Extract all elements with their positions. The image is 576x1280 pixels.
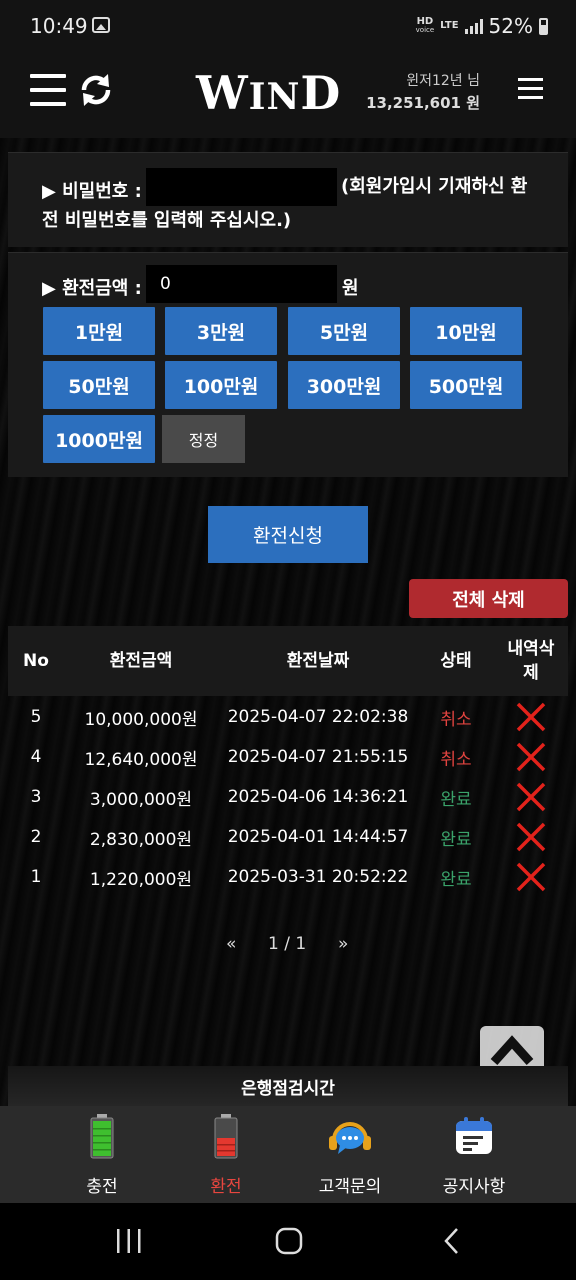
delete-row-icon[interactable] [515, 741, 547, 773]
gallery-icon [92, 17, 110, 33]
battery-icon [539, 17, 548, 35]
bottom-navigation: 충전 환전 고객문의 공지사항 [0, 1106, 576, 1203]
cell-date: 2025-04-07 22:02:38 [227, 707, 409, 727]
cell-amount: 2,830,000원 [89, 829, 193, 850]
user-balance: 13,251,601 원 [366, 94, 480, 112]
headset-chat-icon [329, 1122, 371, 1154]
password-note-line2: 전 비밀번호를 입력해 주십시오.) [42, 210, 292, 231]
cell-status: 완료 [440, 829, 472, 850]
cell-status: 취소 [440, 749, 472, 770]
cell-status: 취소 [440, 709, 472, 730]
amount-button-10m[interactable]: 1000만원 [43, 415, 155, 463]
cell-amount: 12,640,000원 [84, 749, 198, 770]
app-header: WIND 윈저12년 님 13,251,601 원 [0, 46, 576, 138]
col-status: 상태 [440, 651, 472, 671]
cell-date: 2025-04-01 14:44:57 [227, 827, 409, 847]
cell-no: 1 [30, 867, 42, 887]
system-navigation-bar [0, 1203, 576, 1280]
amount-button-5m[interactable]: 500만원 [410, 361, 522, 409]
cell-no: 5 [30, 707, 42, 727]
cell-date: 2025-03-31 20:52:22 [227, 867, 409, 887]
nav-notice[interactable]: 공지사항 [402, 1106, 546, 1203]
refresh-icon[interactable] [78, 72, 114, 108]
cell-no: 2 [30, 827, 42, 847]
signal-icon [464, 18, 483, 34]
table-row: 2 2,830,000원 2025-04-01 14:44:57 완료 [8, 817, 568, 857]
cell-status: 완료 [440, 789, 472, 810]
menu-icon[interactable] [518, 78, 543, 100]
amount-panel: ▶ 환전금액 : 원 1만원 3만원 5만원 10만원 50만원 100만원 3… [8, 252, 568, 477]
table-row: 1 1,220,000원 2025-03-31 20:52:22 완료 [8, 857, 568, 897]
next-page-button[interactable]: » [338, 934, 348, 954]
bank-maintenance-title: 은행점검시간 [8, 1066, 568, 1106]
amount-input[interactable] [146, 265, 337, 303]
prev-page-button[interactable]: « [226, 934, 236, 954]
amount-button-500k[interactable]: 50만원 [43, 361, 155, 409]
user-name: 윈저12년 님 [406, 73, 480, 89]
cell-date: 2025-04-07 21:55:15 [227, 747, 409, 767]
current-page: 1 / 1 [268, 934, 307, 954]
battery-percent: 52% [488, 14, 533, 38]
col-no: No [23, 651, 49, 671]
lte-icon: LTE [440, 20, 459, 31]
delete-row-icon[interactable] [515, 701, 547, 733]
status-icons: HD voice LTE 52% [416, 14, 548, 38]
nav-exchange[interactable]: 환전 [154, 1106, 298, 1203]
hd-voice-icon: HD voice [415, 16, 435, 35]
nav-support-label: 고객문의 [318, 1177, 382, 1197]
table-row: 3 3,000,000원 2025-04-06 14:36:21 완료 [8, 777, 568, 817]
nav-charge-label: 충전 [86, 1177, 118, 1197]
delete-row-icon[interactable] [515, 781, 547, 813]
back-icon[interactable] [442, 1227, 460, 1255]
home-icon[interactable] [275, 1227, 303, 1255]
nav-notice-label: 공지사항 [442, 1177, 506, 1197]
cell-date: 2025-04-06 14:36:21 [227, 787, 409, 807]
amount-button-10k[interactable]: 1만원 [43, 307, 155, 355]
password-input[interactable] [146, 168, 337, 206]
amount-button-3m[interactable]: 300만원 [288, 361, 400, 409]
wind-logo[interactable]: WIND [196, 66, 341, 120]
reset-button[interactable]: 정정 [162, 415, 245, 463]
status-time: 10:49 [30, 14, 88, 38]
cell-no: 3 [30, 787, 42, 807]
amount-button-100k[interactable]: 10만원 [410, 307, 522, 355]
table-row: 5 10,000,000원 2025-04-07 22:02:38 취소 [8, 697, 568, 737]
nav-charge[interactable]: 충전 [30, 1106, 174, 1203]
delete-row-icon[interactable] [515, 821, 547, 853]
delete-all-button[interactable]: 전체 삭제 [409, 579, 568, 618]
notice-calendar-icon [456, 1117, 492, 1154]
amount-button-1m[interactable]: 100만원 [165, 361, 277, 409]
amount-button-50k[interactable]: 5만원 [288, 307, 400, 355]
table-row: 4 12,640,000원 2025-04-07 21:55:15 취소 [8, 737, 568, 777]
cell-status: 완료 [440, 869, 472, 890]
cell-amount: 1,220,000원 [89, 869, 193, 890]
cell-amount: 3,000,000원 [89, 789, 193, 810]
password-label: ▶ 비밀번호 : [42, 181, 142, 202]
amount-button-30k[interactable]: 3만원 [165, 307, 277, 355]
cell-amount: 10,000,000원 [84, 709, 198, 730]
cell-no: 4 [30, 747, 42, 767]
status-bar: 10:49 HD voice LTE 52% [0, 0, 576, 46]
password-panel: ▶ 비밀번호 : (회원가입시 기재하신 환 전 비밀번호를 입력해 주십시오.… [8, 152, 568, 247]
chevron-up-icon [490, 1035, 534, 1066]
amount-label: ▶ 환전금액 : [42, 278, 142, 299]
password-note-line1: (회원가입시 기재하신 환 [341, 176, 528, 197]
col-date: 환전날짜 [286, 651, 350, 671]
delete-row-icon[interactable] [515, 861, 547, 893]
history-table-header: No 환전금액 환전날짜 상태 내역삭 제 [8, 626, 568, 696]
recent-apps-icon[interactable] [116, 1229, 142, 1253]
nav-support[interactable]: 고객문의 [278, 1106, 422, 1203]
submit-exchange-button[interactable]: 환전신청 [208, 506, 368, 563]
col-delete: 내역삭 제 [507, 639, 555, 683]
amount-unit: 원 [342, 278, 359, 299]
side-menu-icon[interactable] [30, 72, 66, 108]
nav-exchange-label: 환전 [210, 1177, 242, 1197]
col-amount: 환전금액 [109, 651, 173, 671]
battery-low-icon [214, 1114, 238, 1159]
pagination: « 1 / 1 » [0, 934, 576, 960]
battery-full-icon [90, 1114, 114, 1159]
